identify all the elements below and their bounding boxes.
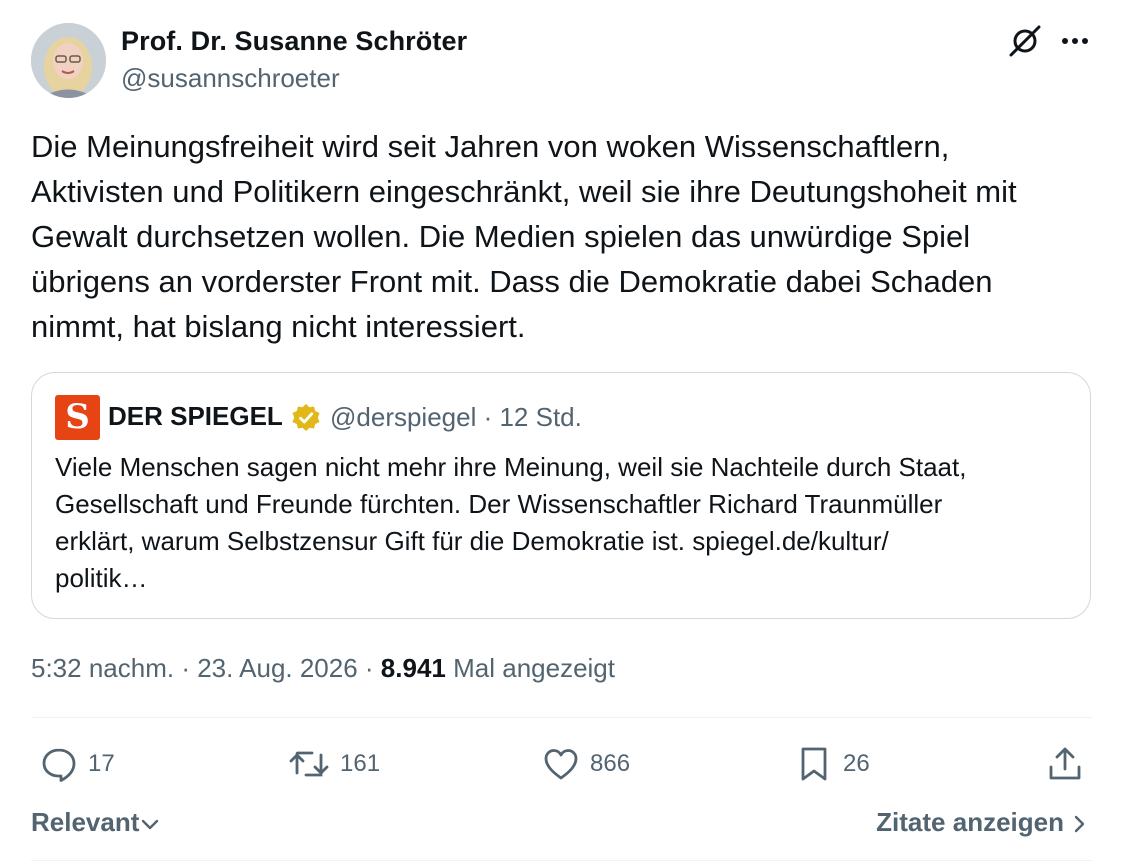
avatar[interactable] xyxy=(31,23,106,98)
tweet-text: Die Meinungsfreiheit wird seit Jahren vo… xyxy=(31,129,1017,344)
meta-separator: · xyxy=(357,653,381,683)
tweet-meta: 5:32 nachm. · 23. Aug. 2026 · 8.941 Mal … xyxy=(31,653,615,684)
sort-dropdown[interactable]: Relevant xyxy=(31,807,161,838)
avatar-image xyxy=(31,23,106,98)
tweet-time[interactable]: 5:32 nachm. xyxy=(31,653,174,683)
share-button[interactable] xyxy=(1046,742,1084,786)
repost-button[interactable]: 161 xyxy=(288,742,380,786)
share-icon xyxy=(1049,747,1081,780)
author-display-name[interactable]: Prof. Dr. Susanne Schröter xyxy=(121,26,467,57)
like-icon xyxy=(544,749,578,780)
quoted-author-name[interactable]: DER SPIEGEL xyxy=(108,401,283,432)
bookmark-button[interactable]: 26 xyxy=(795,742,870,786)
der-spiegel-logo: S xyxy=(55,395,100,440)
meta-separator: · xyxy=(174,653,198,683)
divider xyxy=(31,860,1092,861)
repost-icon xyxy=(289,751,329,777)
divider xyxy=(31,717,1092,718)
like-count: 866 xyxy=(590,750,631,777)
more-icon[interactable] xyxy=(1059,28,1091,54)
chevron-right-icon xyxy=(1074,815,1085,833)
reply-icon xyxy=(42,748,76,782)
view-quotes-link[interactable]: Zitate anzeigen xyxy=(876,807,1090,838)
view-quotes-label: Zitate anzeigen xyxy=(876,807,1064,837)
tweet-date[interactable]: 23. Aug. 2026 xyxy=(197,653,357,683)
quoted-tweet-text: Viele Menschen sagen nicht mehr ihre Mei… xyxy=(55,452,967,593)
like-button[interactable]: 866 xyxy=(542,742,630,786)
chevron-down-icon xyxy=(142,819,159,830)
quoted-tweet-card[interactable]: S DER SPIEGEL @derspiegel · 12 Std. Viel… xyxy=(31,372,1091,619)
views-count: 8.941 xyxy=(380,653,446,683)
author-handle[interactable]: @susannschroeter xyxy=(121,63,340,94)
verified-badge-icon xyxy=(290,402,322,434)
sort-label: Relevant xyxy=(31,807,140,837)
views-label: Mal angezeigt xyxy=(453,653,615,683)
bookmark-count: 26 xyxy=(843,750,870,777)
quoted-handle-time: @derspiegel · 12 Std. xyxy=(330,402,582,432)
reply-count: 17 xyxy=(88,750,115,777)
repost-count: 161 xyxy=(340,750,381,777)
grok-icon[interactable] xyxy=(1006,22,1044,60)
reply-button[interactable]: 17 xyxy=(40,742,115,786)
bookmark-icon xyxy=(801,747,827,781)
